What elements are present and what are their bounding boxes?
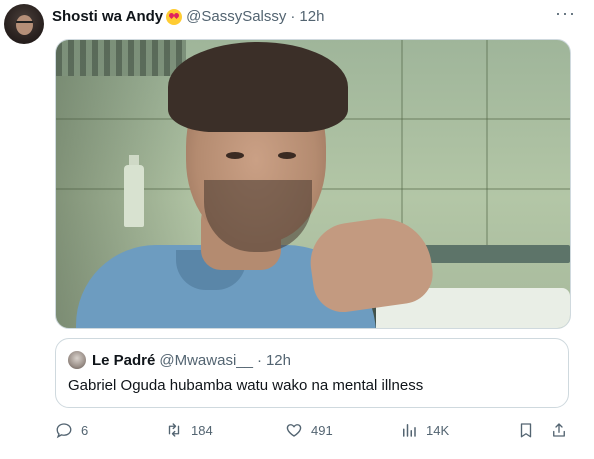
retweet-button[interactable]: 184 xyxy=(165,419,213,441)
retweet-count: 184 xyxy=(191,422,213,438)
quoted-tweet-header: Le Padré @Mwawasi__ · 12h xyxy=(92,352,291,369)
bookmark-icon xyxy=(520,423,532,438)
retweet-icon xyxy=(168,423,180,437)
bottle xyxy=(124,155,144,227)
avatar-glasses xyxy=(16,21,33,28)
person-eye-right xyxy=(278,152,296,159)
like-button[interactable]: 491 xyxy=(285,419,333,441)
quoted-tweet-time: 12h xyxy=(265,352,291,369)
quoted-tweet[interactable]: Le Padré @Mwawasi__ · 12h Gabriel Oguda … xyxy=(55,338,569,408)
person-eye-left xyxy=(226,152,244,159)
reply-icon xyxy=(56,423,72,439)
author-name[interactable]: Shosti wa Andy xyxy=(52,8,163,25)
wall-tile-line xyxy=(486,40,488,250)
tweet-time[interactable]: 12h xyxy=(299,8,324,25)
author-handle[interactable]: @SassySalssy xyxy=(186,8,286,25)
quoted-author-avatar xyxy=(68,351,86,369)
views-button[interactable]: 14K xyxy=(400,419,449,441)
tweet-header: Shosti wa Andy @SassySalssy · 12h xyxy=(52,6,324,26)
like-count: 491 xyxy=(311,422,333,438)
like-icon xyxy=(286,424,302,437)
views-count: 14K xyxy=(426,422,450,438)
author-avatar[interactable] xyxy=(4,4,44,44)
reply-count: 6 xyxy=(81,422,89,438)
window-bars xyxy=(56,40,186,76)
tweet-media-image[interactable] xyxy=(55,39,571,329)
separator: · xyxy=(256,352,262,369)
tweet-actions: 6 184 491 14K xyxy=(55,419,570,441)
bookmark-button[interactable] xyxy=(517,419,535,441)
separator: · xyxy=(290,7,296,25)
more-icon[interactable]: ··· xyxy=(555,4,576,22)
share-button[interactable] xyxy=(550,419,568,441)
views-icon xyxy=(403,424,416,437)
wall-tile-line xyxy=(401,40,403,250)
reply-button[interactable]: 6 xyxy=(55,419,88,441)
quoted-author-name: Le Padré xyxy=(92,352,156,369)
quoted-author-handle: @Mwawasi__ xyxy=(159,352,253,369)
person-hair xyxy=(168,42,348,132)
bed-rail xyxy=(416,245,570,263)
share-icon xyxy=(553,423,565,437)
heart-eyes-emoji xyxy=(166,9,183,25)
quoted-tweet-text: Gabriel Oguda hubamba watu wako na menta… xyxy=(68,377,424,394)
